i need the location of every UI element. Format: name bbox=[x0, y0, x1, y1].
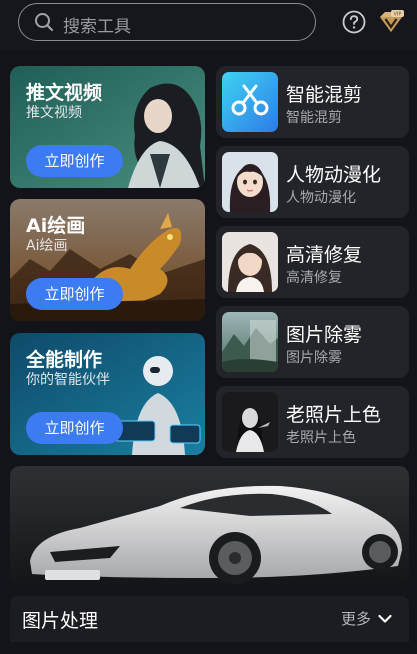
chevron-down-icon[interactable] bbox=[377, 611, 393, 627]
search-icon bbox=[35, 13, 54, 32]
more-link[interactable]: 更多 bbox=[341, 608, 371, 629]
feature-card-tweet-video[interactable]: 推文视频 推文视频 立即创作 bbox=[10, 66, 205, 188]
create-now-button[interactable]: 立即创作 bbox=[26, 145, 123, 177]
tool-subtitle: 人物动漫化 bbox=[286, 190, 356, 206]
search-bar[interactable]: 搜索工具 bbox=[18, 3, 316, 41]
anime-portrait-thumbnail bbox=[222, 152, 278, 212]
landscape-thumbnail bbox=[222, 312, 278, 372]
sports-car-image bbox=[10, 466, 409, 586]
top-bar: 搜索工具 VIP bbox=[0, 0, 417, 50]
tool-anime-portrait[interactable]: 人物动漫化 人物动漫化 bbox=[216, 146, 409, 218]
tool-subtitle: 高清修复 bbox=[286, 270, 342, 286]
tool-title: 智能混剪 bbox=[286, 84, 363, 106]
create-now-button[interactable]: 立即创作 bbox=[26, 278, 123, 310]
image-processing-section-header: 图片处理 更多 bbox=[10, 596, 409, 642]
help-icon[interactable] bbox=[342, 10, 366, 34]
tool-subtitle: 智能混剪 bbox=[286, 110, 342, 126]
tool-title: 图片除雾 bbox=[286, 324, 363, 346]
card-title: 推文视频 bbox=[26, 82, 103, 104]
old-photo-thumbnail bbox=[222, 392, 278, 452]
feature-card-ai-painting[interactable]: Ai绘画 Ai绘画 立即创作 bbox=[10, 199, 205, 321]
tool-smart-mix-cut[interactable]: 智能混剪 智能混剪 bbox=[216, 66, 409, 138]
tool-subtitle: 老照片上色 bbox=[286, 430, 356, 446]
vip-badge-icon[interactable]: VIP bbox=[377, 9, 405, 35]
card-subtitle: 推文视频 bbox=[26, 105, 82, 121]
create-now-button[interactable]: 立即创作 bbox=[26, 412, 123, 444]
scissors-icon bbox=[222, 72, 278, 132]
promo-banner[interactable] bbox=[10, 466, 409, 586]
feature-card-all-in-one[interactable]: 全能制作 你的智能伙伴 立即创作 bbox=[10, 333, 205, 455]
tool-old-photo-colorize[interactable]: 老照片上色 老照片上色 bbox=[216, 386, 409, 458]
card-title: 全能制作 bbox=[26, 349, 103, 371]
svg-text:VIP: VIP bbox=[394, 12, 402, 18]
search-placeholder[interactable]: 搜索工具 bbox=[63, 12, 131, 37]
card-subtitle: Ai绘画 bbox=[26, 238, 68, 254]
tool-title: 老照片上色 bbox=[286, 404, 382, 426]
card-subtitle: 你的智能伙伴 bbox=[26, 372, 110, 388]
portrait-thumbnail bbox=[222, 232, 278, 292]
card-title: Ai绘画 bbox=[26, 215, 86, 237]
tool-title: 高清修复 bbox=[286, 244, 363, 266]
tool-hd-restore[interactable]: 高清修复 高清修复 bbox=[216, 226, 409, 298]
tool-title: 人物动漫化 bbox=[286, 164, 382, 186]
section-title: 图片处理 bbox=[22, 610, 99, 632]
tool-subtitle: 图片除雾 bbox=[286, 350, 342, 366]
tool-defog[interactable]: 图片除雾 图片除雾 bbox=[216, 306, 409, 378]
